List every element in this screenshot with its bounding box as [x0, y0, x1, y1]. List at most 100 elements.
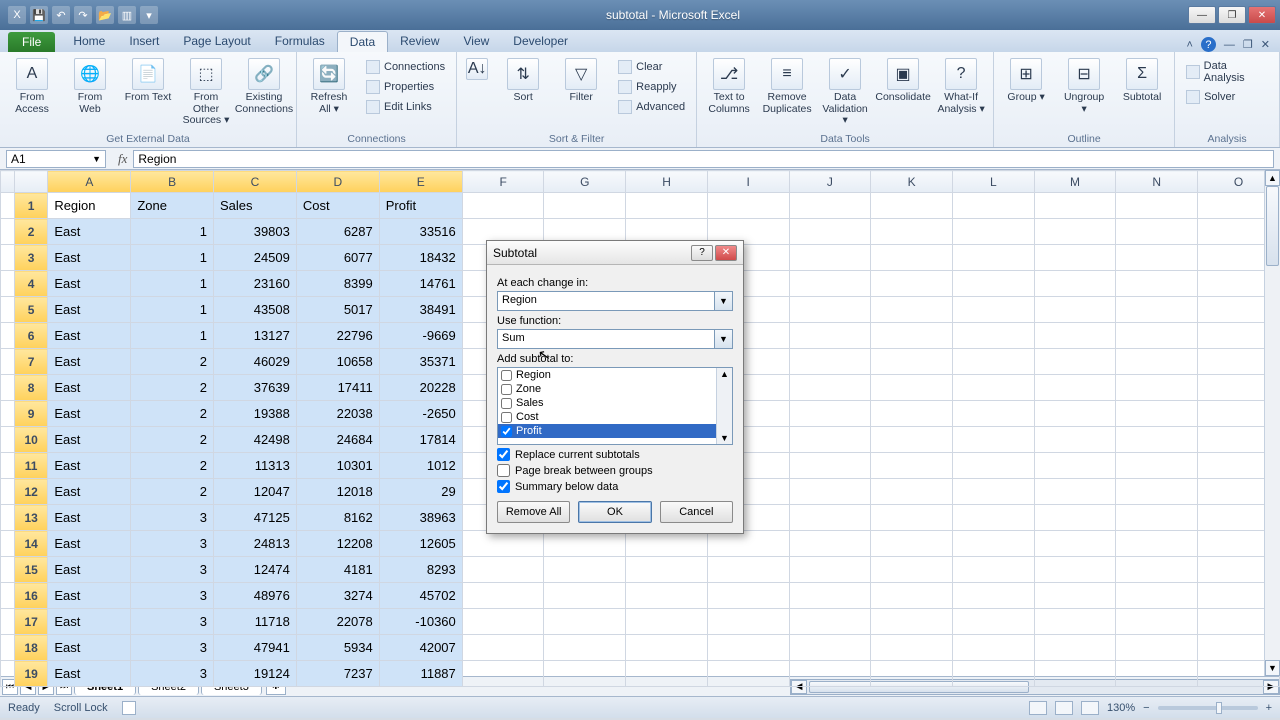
tab-page-layout[interactable]: Page Layout [171, 31, 262, 52]
cell[interactable]: 1012 [379, 453, 462, 479]
vertical-scrollbar[interactable]: ▲ ▼ [1264, 170, 1280, 676]
chevron-down-icon[interactable]: ▼ [92, 154, 101, 164]
cell[interactable]: 1 [131, 297, 214, 323]
cancel-button[interactable]: Cancel [660, 501, 733, 523]
cell[interactable]: 19124 [214, 661, 297, 687]
cell[interactable]: 33516 [379, 219, 462, 245]
col-header-F[interactable]: F [462, 171, 544, 193]
combo-each-change[interactable]: Region▼ [497, 291, 733, 311]
dt-btn-3[interactable]: ▣Consolidate [877, 56, 929, 106]
cell[interactable]: East [48, 453, 131, 479]
refresh-all-button[interactable]: 🔄Refresh All ▾ [303, 56, 355, 117]
conn-edit-links[interactable]: Edit Links [361, 98, 450, 116]
tab-formulas[interactable]: Formulas [263, 31, 337, 52]
row-header[interactable]: 15 [14, 557, 47, 583]
cell[interactable]: 3 [131, 505, 214, 531]
subtotal-opt-zone[interactable]: Zone [498, 382, 732, 396]
formula-input[interactable]: Region [133, 150, 1274, 168]
col-header-E[interactable]: E [379, 171, 462, 193]
col-header-M[interactable]: M [1034, 171, 1116, 193]
cell[interactable]: 11718 [214, 609, 297, 635]
cell[interactable]: -9669 [379, 323, 462, 349]
cell[interactable]: 42007 [379, 635, 462, 661]
cell[interactable]: 37639 [214, 375, 297, 401]
filter-button[interactable]: ▽Filter [555, 56, 607, 106]
cell[interactable]: 22078 [296, 609, 379, 635]
ol-btn-0[interactable]: ⊞Group ▾ [1000, 56, 1052, 106]
zoom-in-icon[interactable]: + [1266, 702, 1272, 714]
tab-review[interactable]: Review [388, 31, 451, 52]
cell[interactable]: 2 [131, 453, 214, 479]
conn-properties[interactable]: Properties [361, 78, 450, 96]
col-header-A[interactable]: A [48, 171, 131, 193]
row-header[interactable]: 4 [14, 271, 47, 297]
cell[interactable]: 14761 [379, 271, 462, 297]
cell[interactable]: 12208 [296, 531, 379, 557]
row-header[interactable]: 8 [14, 375, 47, 401]
cell[interactable]: 7237 [296, 661, 379, 687]
cell[interactable]: East [48, 479, 131, 505]
cell[interactable]: East [48, 505, 131, 531]
cell[interactable]: 12474 [214, 557, 297, 583]
cell[interactable]: 5934 [296, 635, 379, 661]
cell[interactable]: 3 [131, 531, 214, 557]
cell[interactable]: 45702 [379, 583, 462, 609]
cell[interactable]: 43508 [214, 297, 297, 323]
cell[interactable]: 18432 [379, 245, 462, 271]
cell[interactable]: 1 [131, 245, 214, 271]
cell[interactable]: -10360 [379, 609, 462, 635]
cell[interactable]: -2650 [379, 401, 462, 427]
minimize-button[interactable]: — [1188, 6, 1216, 24]
cell[interactable]: 2 [131, 427, 214, 453]
col-header-N[interactable]: N [1116, 171, 1198, 193]
row-header[interactable]: 17 [14, 609, 47, 635]
row-header[interactable]: 9 [14, 401, 47, 427]
cell[interactable]: East [48, 349, 131, 375]
dt-btn-1[interactable]: ≡Remove Duplicates [761, 56, 813, 117]
sort-advanced[interactable]: Advanced [613, 98, 690, 116]
tab-file[interactable]: File [8, 32, 55, 52]
cell[interactable]: Cost [296, 193, 379, 219]
dialog-close-icon[interactable]: ✕ [715, 245, 737, 261]
cell[interactable]: 1 [131, 271, 214, 297]
ol-btn-2[interactable]: ΣSubtotal [1116, 56, 1168, 106]
row-header[interactable]: 18 [14, 635, 47, 661]
tab-view[interactable]: View [452, 31, 502, 52]
subtotal-opt-sales[interactable]: Sales [498, 396, 732, 410]
dt-btn-0[interactable]: ⎇Text to Columns [703, 56, 755, 117]
cell[interactable]: 3 [131, 661, 214, 687]
cell[interactable]: 17411 [296, 375, 379, 401]
open-icon[interactable]: 📂 [96, 6, 114, 24]
cell[interactable]: 39803 [214, 219, 297, 245]
col-header-I[interactable]: I [707, 171, 789, 193]
row-header[interactable]: 11 [14, 453, 47, 479]
cell[interactable]: 8162 [296, 505, 379, 531]
cell[interactable]: East [48, 531, 131, 557]
cell[interactable]: 22796 [296, 323, 379, 349]
ext-btn-3[interactable]: ⬚From Other Sources ▾ [180, 56, 232, 129]
cell[interactable]: Sales [214, 193, 297, 219]
cell[interactable]: East [48, 219, 131, 245]
row-header[interactable]: 10 [14, 427, 47, 453]
cell[interactable]: 17814 [379, 427, 462, 453]
ol-btn-1[interactable]: ⊟Ungroup ▾ [1058, 56, 1110, 117]
cell[interactable]: East [48, 401, 131, 427]
ext-btn-1[interactable]: 🌐From Web [64, 56, 116, 117]
zoom-out-icon[interactable]: − [1143, 702, 1149, 714]
cell[interactable]: 12018 [296, 479, 379, 505]
cell[interactable]: 1 [131, 323, 214, 349]
subtotal-opt-profit[interactable]: Profit [498, 424, 732, 438]
combo-use-function[interactable]: Sum▼ [497, 329, 733, 349]
qat-dropdown-icon[interactable]: ▾ [140, 6, 158, 24]
conn-connections[interactable]: Connections [361, 58, 450, 76]
cell[interactable]: 22038 [296, 401, 379, 427]
row-header[interactable]: 5 [14, 297, 47, 323]
col-header-G[interactable]: G [544, 171, 626, 193]
sort-reapply[interactable]: Reapply [613, 78, 690, 96]
list-add-subtotal-to[interactable]: Region Zone Sales Cost Profit ▲▼ [497, 367, 733, 445]
row-header[interactable]: 3 [14, 245, 47, 271]
col-header-K[interactable]: K [871, 171, 953, 193]
name-box[interactable]: A1▼ [6, 150, 106, 168]
cell[interactable]: East [48, 557, 131, 583]
cell[interactable]: 24509 [214, 245, 297, 271]
